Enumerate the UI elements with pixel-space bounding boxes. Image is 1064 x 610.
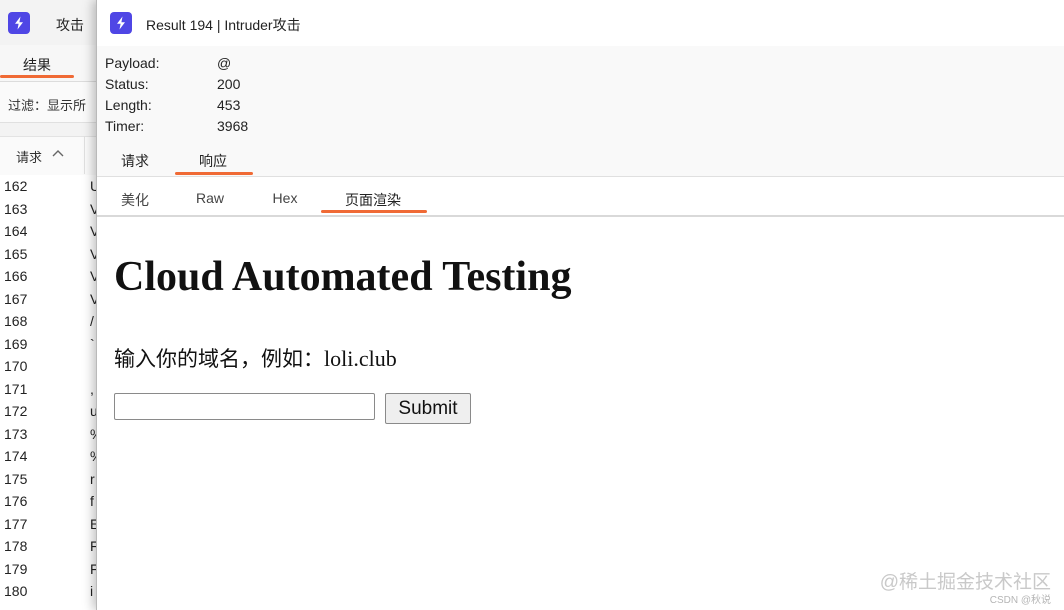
table-row[interactable]: 166 V <box>0 265 96 288</box>
meta-status-label: Status: <box>105 76 149 92</box>
meta-timer-value: 3968 <box>217 118 249 134</box>
meta-length-label: Length: <box>105 97 152 113</box>
subtab-beautify[interactable]: 美化 <box>97 190 173 210</box>
subtab-hex[interactable]: Hex <box>251 190 319 206</box>
dialog-title: Result 194 | Intruder攻击 <box>146 17 301 33</box>
table-row[interactable]: 162 U <box>0 175 96 198</box>
meta-payload-value: @ <box>217 55 232 71</box>
subtab-raw[interactable]: Raw <box>175 190 245 206</box>
domain-prompt-example: loli.club <box>324 346 397 371</box>
column-header-label: 请求 <box>16 150 43 165</box>
table-row[interactable]: 170 <box>0 355 96 378</box>
table-row[interactable]: 164 V <box>0 220 96 243</box>
table-row[interactable]: 167 V <box>0 288 96 311</box>
result-meta-panel: Payload: @ Status: 200 Length: 453 Timer… <box>97 46 1064 142</box>
row-number: 176 <box>4 493 28 509</box>
table-row[interactable]: 175 r <box>0 468 96 491</box>
background-window-title: 攻击 <box>56 17 84 33</box>
dialog-titlebar[interactable]: Result 194 | Intruder攻击 <box>97 0 1064 46</box>
page-heading: Cloud Automated Testing <box>114 254 572 300</box>
table-row[interactable]: 165 V <box>0 243 96 266</box>
table-row[interactable]: 171, <box>0 378 96 401</box>
tab-results-underline <box>0 75 74 78</box>
table-row[interactable]: 173% <box>0 423 96 446</box>
meta-length-value: 453 <box>217 97 241 113</box>
row-number: 163 <box>4 200 28 217</box>
rendered-page-view: Cloud Automated Testing 输入你的域名，例如：loli.c… <box>97 217 1064 610</box>
table-row[interactable]: 174% <box>0 445 96 468</box>
meta-status-value: 200 <box>217 76 241 92</box>
filter-bar[interactable]: 过滤：显示所 <box>0 82 110 123</box>
meta-payload-label: Payload: <box>105 55 160 71</box>
table-row[interactable]: 178 F <box>0 535 96 558</box>
subtab-render-underline <box>321 210 427 213</box>
row-number: 174 <box>4 448 28 464</box>
row-number: 162 <box>4 178 28 194</box>
row-number: 178 <box>4 538 28 554</box>
background-titlebar: 攻击 <box>0 0 110 45</box>
table-row[interactable]: 172 u <box>0 400 96 423</box>
domain-prompt-text: 输入你的域名，例如： <box>114 347 324 371</box>
subtab-render[interactable]: 页面渲染 <box>321 190 425 210</box>
view-subtabs: 美化 Raw Hex 页面渲染 <box>97 177 1064 217</box>
table-row[interactable]: 163 V <box>0 198 96 221</box>
table-row[interactable]: 180 i <box>0 580 96 603</box>
column-header-request[interactable]: 请求 <box>0 136 110 176</box>
background-attack-window: 攻击 结果 过滤：显示所 请求 162 U 163 V 164 V 165 V 166 V 167 V… <box>0 0 111 610</box>
row-number: 164 <box>4 223 28 239</box>
row-number: 180 <box>4 583 28 599</box>
row-number: 169 <box>4 335 28 352</box>
tab-response[interactable]: 响应 <box>175 151 251 171</box>
tab-results[interactable]: 结果 <box>0 55 74 75</box>
row-number: 170 <box>4 358 28 374</box>
chevron-up-icon <box>51 147 65 164</box>
message-tabs: 请求 响应 <box>97 142 1064 177</box>
row-number: 168 <box>4 313 28 329</box>
table-row[interactable]: 176 f <box>0 490 96 513</box>
domain-input[interactable] <box>114 393 375 420</box>
row-number: 167 <box>4 290 28 307</box>
row-number: 172 <box>4 403 28 419</box>
row-number: 177 <box>4 515 28 532</box>
row-number: 166 <box>4 268 28 284</box>
meta-timer-label: Timer: <box>105 118 145 134</box>
watermark-csdn: CSDN @秋说 <box>989 595 1051 606</box>
table-row[interactable]: 169 ` <box>0 333 96 356</box>
background-tabbar: 结果 <box>0 45 110 82</box>
results-table-body: 162 U 163 V 164 V 165 V 166 V 167 V 168/169 ` 170 171, 1… <box>0 175 96 610</box>
row-number: 171 <box>4 380 28 397</box>
tab-response-underline <box>175 172 253 175</box>
filter-label: 过滤：显示所 <box>8 98 87 113</box>
domain-prompt: 输入你的域名，例如：loli.club <box>114 343 397 373</box>
column-separator[interactable] <box>84 136 85 174</box>
table-row[interactable]: 177 E <box>0 513 96 536</box>
watermark-juejin: @稀土掘金技术社区 <box>879 572 1051 593</box>
tab-request[interactable]: 请求 <box>105 151 165 171</box>
table-row[interactable]: 168/ <box>0 310 96 333</box>
row-number: 179 <box>4 560 28 577</box>
row-number: 165 <box>4 245 28 262</box>
lightning-bolt-icon <box>110 12 132 34</box>
row-number: 175 <box>4 470 28 487</box>
table-row[interactable]: 179 F <box>0 558 96 581</box>
result-dialog: Result 194 | Intruder攻击 Payload: @ Statu… <box>96 0 1064 610</box>
submit-button[interactable]: Submit <box>385 393 471 424</box>
row-number: 173 <box>4 425 28 442</box>
lightning-bolt-icon <box>8 12 30 34</box>
